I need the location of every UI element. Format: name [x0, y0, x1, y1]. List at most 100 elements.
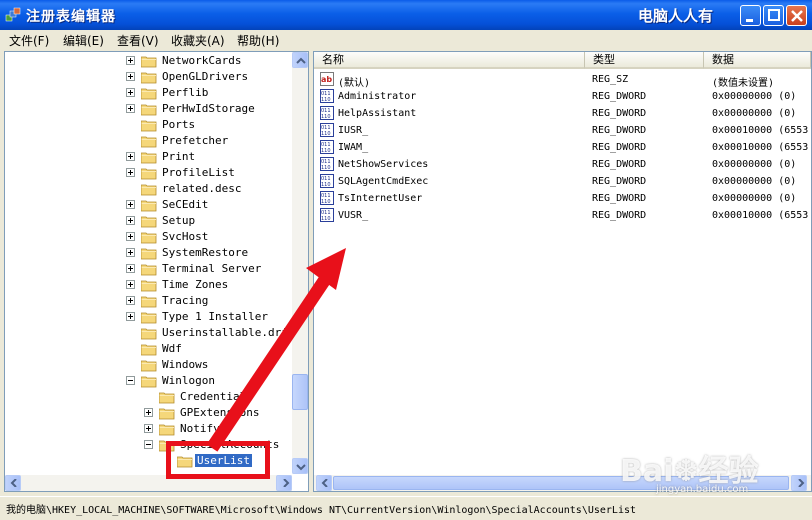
value-name: (默认) [338, 78, 371, 89]
value-row[interactable]: 011 110 HelpAssistant REG_DWORD 0x00000000 (… [319, 106, 809, 123]
menu-view[interactable]: 查看(V) [117, 32, 159, 49]
folder-icon [141, 264, 157, 276]
expand-plus-icon[interactable] [144, 424, 153, 433]
dword-value-icon: 011110 [320, 174, 334, 188]
expand-plus-icon[interactable] [126, 232, 135, 241]
tree-scroll-right-button[interactable] [276, 475, 292, 491]
maximize-icon [768, 9, 780, 21]
value-data: (数值未设置) [712, 78, 775, 89]
arrow-right-icon [798, 479, 805, 487]
expand-plus-icon[interactable] [126, 264, 135, 273]
arrow-left-icon [10, 479, 17, 487]
folder-icon [141, 328, 157, 340]
tree-item-label: Type 1 Installer [162, 310, 268, 323]
maximize-button[interactable] [763, 5, 784, 26]
value-row[interactable]: 011 110 Administrator REG_DWORD 0x00000000 (… [319, 89, 809, 106]
tree-scroll-left-button[interactable] [5, 475, 21, 491]
baidu-watermark-url: jingyan.baidu.com [656, 484, 749, 495]
expand-plus-icon[interactable] [126, 88, 135, 97]
expand-plus-icon[interactable] [126, 168, 135, 177]
values-scroll-left-button[interactable] [316, 475, 332, 491]
tree-item-label: Notify [180, 422, 220, 435]
folder-icon [141, 72, 157, 84]
menu-file[interactable]: 文件(F) [9, 32, 49, 49]
value-type: REG_DWORD [592, 176, 647, 187]
value-data: 0x00000000 (0) [712, 108, 797, 119]
folder-icon [159, 392, 175, 404]
arrow-down-icon [296, 464, 306, 471]
minimize-button[interactable] [740, 5, 761, 26]
menu-edit[interactable]: 编辑(E) [63, 32, 104, 49]
tree-vertical-scrollbar[interactable] [292, 52, 308, 474]
tree-item-label: Ports [162, 118, 196, 131]
column-header-type[interactable]: 类型 [585, 52, 704, 69]
close-button[interactable] [786, 5, 807, 26]
tree-scroll-down-button[interactable] [292, 458, 308, 474]
value-name: VUSR_ [338, 210, 369, 221]
values-scroll-right-button[interactable] [791, 475, 807, 491]
folder-icon [141, 152, 157, 164]
title-bar[interactable]: 注册表编辑器 电脑人人有 [0, 0, 812, 30]
folder-icon [141, 360, 157, 372]
expand-plus-icon[interactable] [126, 56, 135, 65]
expand-plus-icon[interactable] [126, 104, 135, 113]
value-row[interactable]: 011 110 IUSR_ REG_DWORD 0x00010000 (6553 [319, 123, 809, 140]
value-row[interactable]: 011 110 IWAM_ REG_DWORD 0x00010000 (6553 [319, 140, 809, 157]
value-row[interactable]: 011 110 VUSR_ REG_DWORD 0x00010000 (6553 [319, 208, 809, 225]
tree-item-label: Prefetcher [162, 134, 229, 147]
tree-item-label: SystemRestore [162, 246, 249, 259]
value-data: 0x00000000 (0) [712, 193, 797, 204]
folder-icon [141, 216, 157, 228]
folder-icon [141, 296, 157, 308]
collapse-minus-icon[interactable] [126, 376, 135, 385]
annotation-highlight-box [166, 441, 270, 479]
registry-editor-window: 注册表编辑器 电脑人人有 文件(F) 编辑(E) 查看(V) 收藏夹(A) 帮助… [0, 0, 812, 520]
column-header-data[interactable]: 数据 [704, 52, 811, 69]
value-name: Administrator [338, 91, 417, 102]
expand-plus-icon[interactable] [126, 248, 135, 257]
dword-value-icon: 011110 [320, 208, 334, 222]
value-name: SQLAgentCmdExec [338, 176, 429, 187]
arrow-right-icon [283, 479, 290, 487]
string-value-icon: ab [320, 72, 334, 86]
value-data: 0x00000000 (0) [712, 176, 797, 187]
value-type: REG_DWORD [592, 108, 647, 119]
tree-scroll-up-button[interactable] [292, 52, 308, 68]
expand-plus-icon[interactable] [126, 72, 135, 81]
menu-favorites[interactable]: 收藏夹(A) [171, 32, 225, 49]
folder-icon [141, 200, 157, 212]
tree-item-label: SvcHost [162, 230, 209, 243]
svg-text:110: 110 [321, 97, 331, 103]
menu-help[interactable]: 帮助(H) [237, 32, 279, 49]
value-row[interactable]: 011 110 NetShowServices REG_DWORD 0x00000000… [319, 157, 809, 174]
expand-plus-icon[interactable] [126, 216, 135, 225]
value-row[interactable]: 011 110 SQLAgentCmdExec REG_DWORD 0x00000000… [319, 174, 809, 191]
expand-plus-icon[interactable] [126, 152, 135, 161]
tree-item-label: OpenGLDrivers [162, 70, 249, 83]
column-header-name[interactable]: 名称 [314, 52, 585, 69]
folder-icon [141, 344, 157, 356]
folder-icon [141, 120, 157, 132]
value-type: REG_SZ [592, 74, 629, 85]
dword-value-icon: 011110 [320, 157, 334, 171]
expand-plus-icon[interactable] [144, 408, 153, 417]
tree-item-label: Winlogon [162, 374, 215, 387]
dword-value-icon: 011110 [320, 123, 334, 137]
collapse-minus-icon[interactable] [144, 440, 153, 449]
expand-plus-icon[interactable] [126, 312, 135, 321]
value-type: REG_DWORD [592, 142, 647, 153]
folder-icon [141, 136, 157, 148]
value-name: HelpAssistant [338, 108, 417, 119]
expand-plus-icon[interactable] [126, 296, 135, 305]
arrow-up-icon [296, 57, 306, 64]
expand-plus-icon[interactable] [126, 280, 135, 289]
value-row[interactable]: 011 110 TsInternetUser REG_DWORD 0x00000000 … [319, 191, 809, 208]
value-row[interactable]: ab (默认) REG_SZ (数值未设置) [319, 72, 809, 89]
expand-plus-icon[interactable] [126, 200, 135, 209]
tree-item-label: Time Zones [162, 278, 229, 291]
svg-text:110: 110 [321, 148, 331, 154]
dword-value-icon: 011110 [320, 140, 334, 154]
tree-scroll-thumb[interactable] [292, 374, 308, 410]
dword-value-icon: 011110 [320, 191, 334, 205]
tree-item-label: Windows [162, 358, 209, 371]
